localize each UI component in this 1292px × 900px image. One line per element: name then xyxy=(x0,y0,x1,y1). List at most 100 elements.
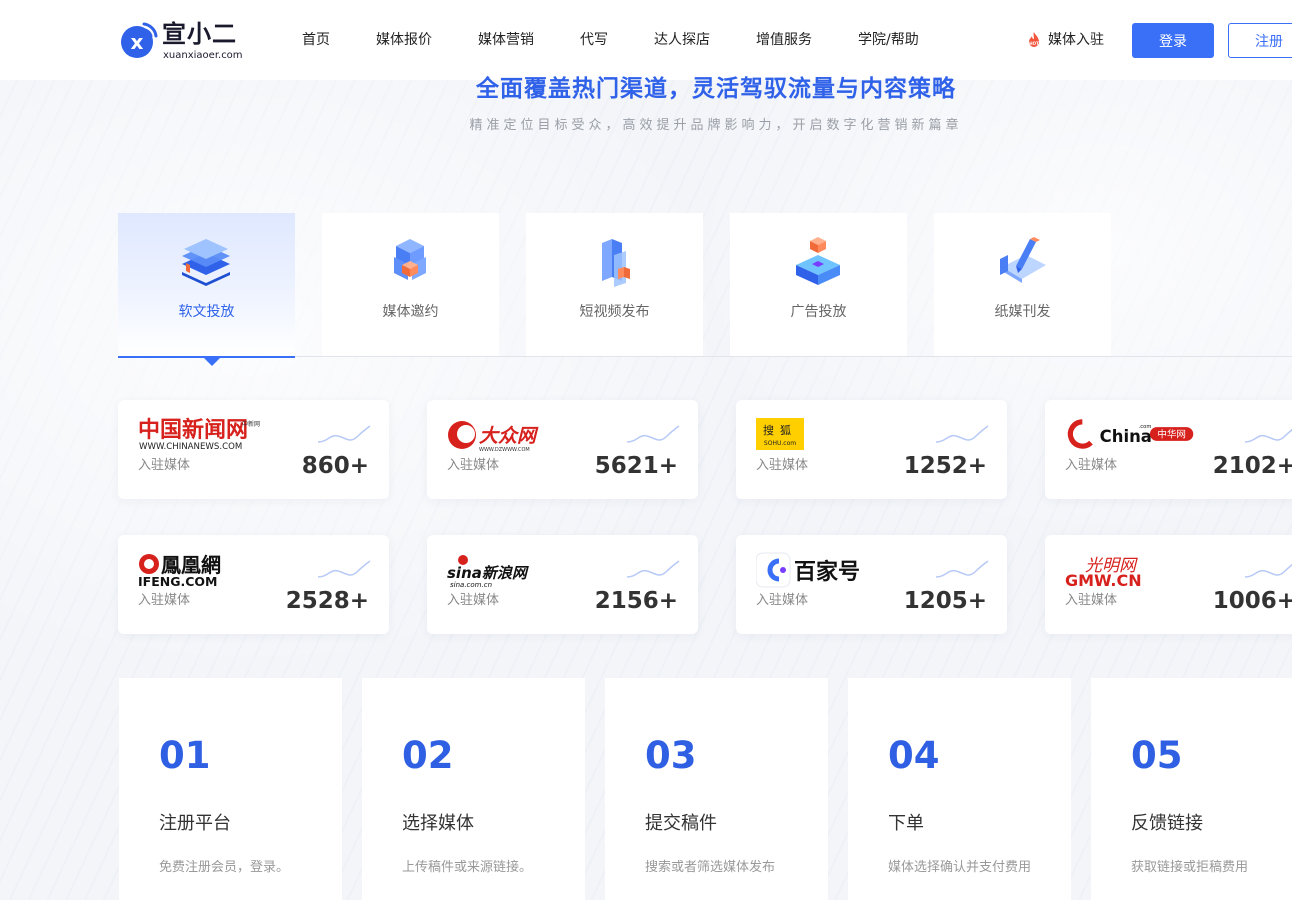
tab-short-video[interactable]: 短视频发布 xyxy=(526,213,703,356)
media-caption: 入驻媒体 xyxy=(756,458,809,473)
step-number: 05 xyxy=(1131,734,1183,777)
step-title: 提交稿件 xyxy=(645,813,717,834)
svg-text:HOT: HOT xyxy=(1029,41,1039,46)
svg-text:IFENG.COM: IFENG.COM xyxy=(138,574,217,589)
step-description: 获取链接或拒稿费用 xyxy=(1131,860,1249,875)
media-count: 5621+ xyxy=(594,453,678,479)
step-title: 注册平台 xyxy=(159,813,231,834)
step-card-submit: 03 提交稿件 搜索或者筛选媒体发布 xyxy=(605,678,828,900)
step-description: 搜索或者筛选媒体发布 xyxy=(645,860,776,875)
media-count: 1252+ xyxy=(903,453,987,479)
step-description: 免费注册会员，登录。 xyxy=(159,860,290,875)
nav-media-pricing[interactable]: 媒体报价 xyxy=(376,30,432,50)
chinanews-logo: 中国新闻网 中新网 WWW.CHINANEWS.COM xyxy=(138,417,260,452)
logo-name: 宣小二 xyxy=(162,20,237,48)
china-com-logo: China .com 中华网 xyxy=(1067,419,1194,449)
step-card-register: 01 注册平台 免费注册会员，登录。 xyxy=(119,678,342,900)
sparkline-icon xyxy=(317,560,371,578)
nav-value-added[interactable]: 增值服务 xyxy=(756,30,812,50)
step-number: 02 xyxy=(402,734,454,777)
media-count: 860+ xyxy=(301,453,369,479)
tab-advertising[interactable]: 广告投放 xyxy=(730,213,907,356)
media-card-dzwww[interactable]: 大众网 WWW.DZWWW.COM 入驻媒体 5621+ xyxy=(427,400,698,499)
step-title: 反馈链接 xyxy=(1131,813,1203,834)
site-logo[interactable]: x 宣小二 xuanxiaoer.com xyxy=(118,18,244,62)
gmw-logo: 光明网 GMW.CN xyxy=(1065,556,1142,589)
sparkline-icon xyxy=(626,560,680,578)
tab-print-media[interactable]: 纸媒刊发 xyxy=(934,213,1111,356)
tab-label: 短视频发布 xyxy=(579,304,650,320)
tab-label: 广告投放 xyxy=(790,304,847,320)
tab-label: 媒体邀约 xyxy=(382,304,439,320)
nav-influencer-visit[interactable]: 达人探店 xyxy=(654,30,710,50)
media-card-china-com[interactable]: China .com 中华网 入驻媒体 2102+ xyxy=(1045,400,1292,499)
sohu-logo: 搜狐 SOHU.com xyxy=(756,418,804,450)
active-tab-pointer xyxy=(203,357,221,366)
step-number: 01 xyxy=(159,734,211,777)
sina-logo: sina新浪网 sina.com.cn xyxy=(447,555,530,589)
media-count: 2528+ xyxy=(285,588,369,614)
logo-mark-icon: x xyxy=(121,22,158,58)
step-card-select-media: 02 选择媒体 上传稿件或来源链接。 xyxy=(362,678,585,900)
hero-subtitle: 精准定位目标受众，高效提升品牌影响力，开启数字化营销新篇章 xyxy=(469,118,963,133)
layers-icon xyxy=(182,239,230,286)
step-title: 下单 xyxy=(888,813,924,834)
svg-text:百家号: 百家号 xyxy=(794,559,860,585)
media-count: 1006+ xyxy=(1212,588,1292,614)
media-card-baijiahao[interactable]: 百家号 入驻媒体 1205+ xyxy=(736,535,1007,634)
nav-academy-help[interactable]: 学院/帮助 xyxy=(858,30,919,50)
step-title: 选择媒体 xyxy=(402,813,474,834)
media-count: 2102+ xyxy=(1212,453,1292,479)
cube-cluster-icon xyxy=(394,239,426,280)
media-card-sohu[interactable]: 搜狐 SOHU.com 入驻媒体 1252+ xyxy=(736,400,1007,499)
svg-text:sina.com.cn: sina.com.cn xyxy=(450,581,492,589)
baijiahao-logo: 百家号 xyxy=(756,552,860,588)
media-caption: 入驻媒体 xyxy=(1065,593,1118,608)
building-blocks-icon xyxy=(602,239,630,287)
sparkline-icon xyxy=(1244,428,1292,443)
hero-title: 全面覆盖热门渠道，灵活驾驭流量与内容策略 xyxy=(476,76,956,102)
svg-text:WWW.CHINANEWS.COM: WWW.CHINANEWS.COM xyxy=(139,442,242,452)
nav-media-marketing[interactable]: 媒体营销 xyxy=(478,30,534,50)
svg-text:搜狐: 搜狐 xyxy=(763,423,797,437)
svg-text:WWW.DZWWW.COM: WWW.DZWWW.COM xyxy=(479,447,530,453)
nav-home[interactable]: 首页 xyxy=(302,30,330,50)
media-caption: 入驻媒体 xyxy=(1065,458,1118,473)
svg-text:中新网: 中新网 xyxy=(242,420,260,428)
register-button[interactable]: 注册 xyxy=(1228,23,1292,58)
media-card-ifeng[interactable]: 鳳凰網 IFENG.COM 入驻媒体 2528+ xyxy=(118,535,389,634)
logo-domain: xuanxiaoer.com xyxy=(163,50,243,61)
media-caption: 入驻媒体 xyxy=(138,458,191,473)
sparkline-icon xyxy=(935,425,989,443)
sparkline-icon xyxy=(935,560,989,578)
media-join-label: 媒体入驻 xyxy=(1048,32,1104,48)
media-count: 2156+ xyxy=(594,588,678,614)
tab-media-invite[interactable]: 媒体邀约 xyxy=(322,213,499,356)
svg-text:sina新浪网: sina新浪网 xyxy=(447,564,530,582)
step-description: 媒体选择确认并支付费用 xyxy=(888,860,1032,875)
top-header: x 宣小二 xuanxiaoer.com 首页 媒体报价 媒体营销 代写 达人探… xyxy=(0,0,1292,80)
tab-soft-article[interactable]: 软文投放 xyxy=(118,213,295,358)
login-button[interactable]: 登录 xyxy=(1132,23,1214,58)
flame-icon: HOT xyxy=(1029,32,1039,47)
sparkline-icon xyxy=(626,425,680,443)
nav-ghostwriting[interactable]: 代写 xyxy=(580,30,608,50)
media-caption: 入驻媒体 xyxy=(447,593,500,608)
media-card-gmw[interactable]: 光明网 GMW.CN 入驻媒体 1006+ xyxy=(1045,535,1292,634)
media-caption: 入驻媒体 xyxy=(447,458,500,473)
svg-text:SOHU.com: SOHU.com xyxy=(764,440,796,447)
step-card-order: 04 下单 媒体选择确认并支付费用 xyxy=(848,678,1071,900)
step-description: 上传稿件或来源链接。 xyxy=(402,860,533,875)
step-card-feedback: 05 反馈链接 获取链接或拒稿费用 xyxy=(1091,678,1292,900)
dzwww-logo: 大众网 WWW.DZWWW.COM xyxy=(448,421,539,453)
media-caption: 入驻媒体 xyxy=(138,593,191,608)
step-number: 04 xyxy=(888,734,940,777)
tab-label: 软文投放 xyxy=(178,304,235,320)
media-card-chinanews[interactable]: 中国新闻网 中新网 WWW.CHINANEWS.COM 入驻媒体 860+ xyxy=(118,400,389,499)
tab-label: 纸媒刊发 xyxy=(994,304,1051,320)
step-number: 03 xyxy=(645,734,697,777)
svg-text:中华网: 中华网 xyxy=(1157,428,1186,440)
sparkline-icon xyxy=(1244,563,1292,578)
stacked-cube-icon xyxy=(796,237,840,285)
media-card-sina[interactable]: sina新浪网 sina.com.cn 入驻媒体 2156+ xyxy=(427,535,698,634)
